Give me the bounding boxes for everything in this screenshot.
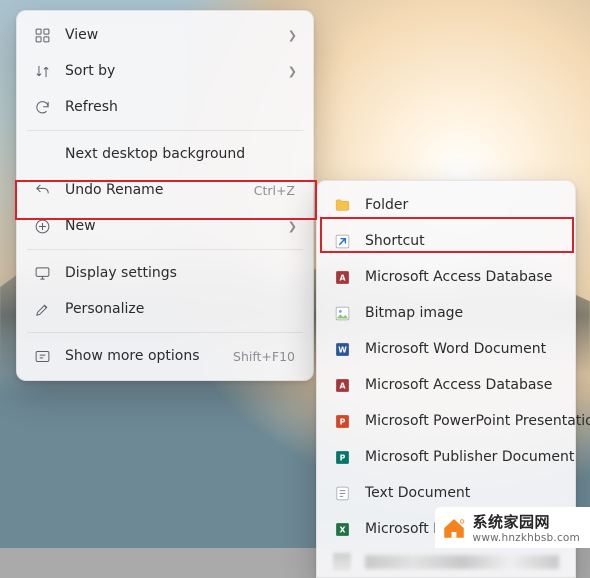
more-options-icon — [33, 347, 51, 365]
menu-item-label: Undo Rename — [65, 182, 240, 198]
submenu-item-label: Microsoft PowerPoint Presentation — [365, 413, 590, 429]
menu-item-shortcut: Shift+F10 — [233, 349, 295, 364]
submenu-item-truncated[interactable] — [323, 547, 569, 577]
svg-text:P: P — [339, 453, 345, 462]
menu-item-view[interactable]: View ❯ — [23, 17, 307, 53]
menu-item-label: New — [65, 218, 268, 234]
svg-text:A: A — [339, 381, 345, 390]
menu-separator — [27, 249, 303, 250]
watermark: 系统家园网 www.hnzkhbsb.com — [435, 507, 590, 548]
powerpoint-icon: P — [333, 412, 351, 430]
access-icon: A — [333, 268, 351, 286]
obscured-icon — [333, 553, 351, 571]
menu-item-next-background[interactable]: Next desktop background — [23, 136, 307, 172]
submenu-item-folder[interactable]: Folder — [323, 187, 569, 223]
watermark-title: 系统家园网 — [473, 511, 580, 532]
svg-text:A: A — [339, 273, 345, 282]
new-icon — [33, 217, 51, 235]
menu-item-label: Next desktop background — [65, 146, 297, 162]
menu-separator — [27, 130, 303, 131]
submenu-item-label: Microsoft Word Document — [365, 341, 559, 357]
submenu-item-word[interactable]: W Microsoft Word Document — [323, 331, 569, 367]
submenu-item-label: Folder — [365, 197, 559, 213]
submenu-item-text[interactable]: Text Document — [323, 475, 569, 511]
menu-item-label: Sort by — [65, 63, 268, 79]
submenu-item-label: Microsoft Access Database — [365, 377, 559, 393]
menu-separator — [27, 332, 303, 333]
watermark-house-icon — [441, 515, 467, 541]
excel-icon: X — [333, 520, 351, 538]
submenu-item-label: Text Document — [365, 485, 559, 501]
submenu-item-shortcut[interactable]: Shortcut — [323, 223, 569, 259]
undo-icon — [33, 181, 51, 199]
display-icon — [33, 264, 51, 282]
shortcut-icon — [333, 232, 351, 250]
menu-item-display-settings[interactable]: Display settings — [23, 255, 307, 291]
chevron-right-icon: ❯ — [288, 65, 297, 78]
svg-text:W: W — [338, 345, 347, 354]
submenu-item-label: Microsoft Access Database — [365, 269, 559, 285]
word-icon: W — [333, 340, 351, 358]
personalize-icon — [33, 300, 51, 318]
submenu-item-label: Microsoft Publisher Document — [365, 449, 574, 465]
submenu-item-publisher[interactable]: P Microsoft Publisher Document — [323, 439, 569, 475]
menu-item-show-more-options[interactable]: Show more options Shift+F10 — [23, 338, 307, 374]
menu-item-label: Refresh — [65, 99, 297, 115]
menu-item-new[interactable]: New ❯ — [23, 208, 307, 244]
menu-item-label: View — [65, 27, 268, 43]
publisher-icon: P — [333, 448, 351, 466]
obscured-label — [365, 555, 559, 569]
submenu-item-label: Bitmap image — [365, 305, 559, 321]
watermark-url: www.hnzkhbsb.com — [473, 532, 580, 544]
svg-text:X: X — [339, 525, 345, 534]
menu-item-refresh[interactable]: Refresh — [23, 89, 307, 125]
submenu-item-access-db-2[interactable]: A Microsoft Access Database — [323, 367, 569, 403]
chevron-right-icon: ❯ — [288, 220, 297, 233]
bitmap-icon — [333, 304, 351, 322]
refresh-icon — [33, 98, 51, 116]
access-icon: A — [333, 376, 351, 394]
submenu-item-label: Shortcut — [365, 233, 559, 249]
submenu-item-powerpoint[interactable]: P Microsoft PowerPoint Presentation — [323, 403, 569, 439]
menu-item-undo-rename[interactable]: Undo Rename Ctrl+Z — [23, 172, 307, 208]
menu-item-label: Show more options — [65, 348, 219, 364]
menu-item-personalize[interactable]: Personalize — [23, 291, 307, 327]
submenu-item-bitmap[interactable]: Bitmap image — [323, 295, 569, 331]
view-icon — [33, 26, 51, 44]
menu-item-shortcut: Ctrl+Z — [254, 183, 295, 198]
menu-item-label: Personalize — [65, 301, 297, 317]
menu-item-label: Display settings — [65, 265, 297, 281]
sort-icon — [33, 62, 51, 80]
text-icon — [333, 484, 351, 502]
desktop-context-menu: View ❯ Sort by ❯ Refresh Next desktop ba… — [16, 10, 314, 381]
svg-text:P: P — [339, 417, 345, 426]
spacer-icon — [33, 145, 51, 163]
submenu-item-access-db[interactable]: A Microsoft Access Database — [323, 259, 569, 295]
folder-icon — [333, 196, 351, 214]
chevron-right-icon: ❯ — [288, 29, 297, 42]
menu-item-sort-by[interactable]: Sort by ❯ — [23, 53, 307, 89]
